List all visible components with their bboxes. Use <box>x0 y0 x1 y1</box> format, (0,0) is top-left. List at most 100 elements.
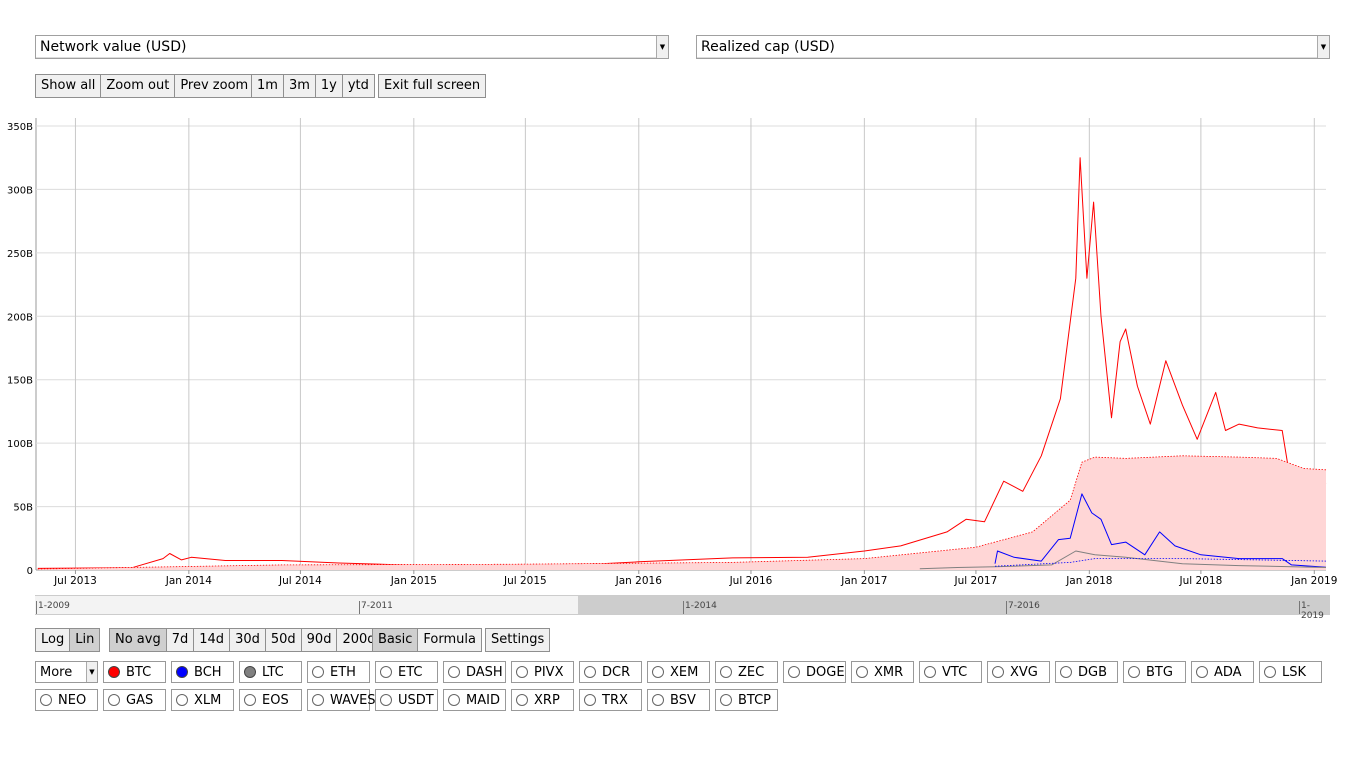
radio-dot-icon[interactable] <box>856 666 868 678</box>
show-all-button[interactable]: Show all <box>36 75 102 97</box>
radio-dot-icon[interactable] <box>652 694 664 706</box>
radio-dot-icon[interactable] <box>1060 666 1072 678</box>
radio-dot-icon[interactable] <box>380 666 392 678</box>
coin-toggle-eth[interactable]: ETH <box>307 661 370 683</box>
coin-toggle-xmr[interactable]: XMR <box>851 661 914 683</box>
formula-mode-button[interactable]: Formula <box>418 629 481 651</box>
avg-14d-button[interactable]: 14d <box>194 629 231 651</box>
avg-50d-button[interactable]: 50d <box>266 629 302 651</box>
zoom-out-button[interactable]: Zoom out <box>101 75 176 97</box>
prev-zoom-button[interactable]: Prev zoom <box>175 75 253 97</box>
coin-label: BCH <box>194 665 222 680</box>
coin-toggle-gas[interactable]: GAS <box>103 689 166 711</box>
x-tick-label: Jul 2017 <box>954 575 998 587</box>
radio-dot-icon[interactable] <box>584 694 596 706</box>
coin-toggle-dcr[interactable]: DCR <box>579 661 642 683</box>
radio-dot-icon[interactable] <box>108 694 120 706</box>
coin-toggle-xrp[interactable]: XRP <box>511 689 574 711</box>
coin-label: PIVX <box>534 665 564 680</box>
radio-dot-icon[interactable] <box>516 694 528 706</box>
range-1y-button[interactable]: 1y <box>316 75 343 97</box>
radio-dot-icon[interactable] <box>584 666 596 678</box>
radio-dot-icon[interactable] <box>176 666 188 678</box>
coin-toggle-btg[interactable]: BTG <box>1123 661 1186 683</box>
right-metric-select[interactable]: Realized cap (USD) ▼ <box>696 35 1330 59</box>
exit-fullscreen-button[interactable]: Exit full screen <box>379 75 485 97</box>
coin-toggle-neo[interactable]: NEO <box>35 689 98 711</box>
y-tick-label: 350B <box>7 122 33 133</box>
settings-button[interactable]: Settings <box>486 629 549 651</box>
chevron-down-icon[interactable]: ▼ <box>1317 36 1329 58</box>
chevron-down-icon[interactable]: ▼ <box>86 662 97 682</box>
lin-scale-button[interactable]: Lin <box>70 629 100 651</box>
radio-dot-icon[interactable] <box>108 666 120 678</box>
x-tick-label: Jan 2017 <box>840 575 887 587</box>
coin-toggle-eos[interactable]: EOS <box>239 689 302 711</box>
more-coins-select[interactable]: More ▼ <box>35 661 98 683</box>
coin-label: DASH <box>466 665 503 680</box>
coin-label: EOS <box>262 693 289 708</box>
radio-dot-icon[interactable] <box>448 666 460 678</box>
range-navigator[interactable]: 1-2009 7-2011 1-2014 7-2016 1-2019 <box>35 595 1330 621</box>
radio-dot-icon[interactable] <box>448 694 460 706</box>
left-metric-select[interactable]: Network value (USD) ▼ <box>35 35 669 59</box>
coin-label: XLM <box>194 693 222 708</box>
coin-toggle-ada[interactable]: ADA <box>1191 661 1254 683</box>
coin-label: DGB <box>1078 665 1108 680</box>
basic-mode-button[interactable]: Basic <box>373 629 419 651</box>
avg-30d-button[interactable]: 30d <box>230 629 266 651</box>
radio-dot-icon[interactable] <box>1128 666 1140 678</box>
range-3m-button[interactable]: 3m <box>284 75 316 97</box>
radio-dot-icon[interactable] <box>992 666 1004 678</box>
coin-toggle-xlm[interactable]: XLM <box>171 689 234 711</box>
radio-dot-icon[interactable] <box>924 666 936 678</box>
coin-toggle-btcp[interactable]: BTCP <box>715 689 778 711</box>
radio-dot-icon[interactable] <box>1264 666 1276 678</box>
coin-toggle-doge[interactable]: DOGE <box>783 661 846 683</box>
network-value-chart[interactable]: 0 50B 100B 150B 200B 250B 300B 350B Jul 2013 Jan … <box>0 110 1366 590</box>
coin-label: ADA <box>1214 665 1242 680</box>
coin-toggle-etc[interactable]: ETC <box>375 661 438 683</box>
range-ytd-button[interactable]: ytd <box>343 75 374 97</box>
radio-dot-icon[interactable] <box>176 694 188 706</box>
radio-dot-icon[interactable] <box>312 666 324 678</box>
radio-dot-icon[interactable] <box>720 666 732 678</box>
radio-dot-icon[interactable] <box>788 666 800 678</box>
coin-toggle-lsk[interactable]: LSK <box>1259 661 1322 683</box>
coin-toggle-trx[interactable]: TRX <box>579 689 642 711</box>
coin-toggle-xvg[interactable]: XVG <box>987 661 1050 683</box>
coin-toggle-pivx[interactable]: PIVX <box>511 661 574 683</box>
right-metric-value: Realized cap (USD) <box>701 39 835 55</box>
coin-toggle-usdt[interactable]: USDT <box>375 689 438 711</box>
avg-7d-button[interactable]: 7d <box>167 629 195 651</box>
radio-dot-icon[interactable] <box>244 666 256 678</box>
coin-toggle-maid[interactable]: MAID <box>443 689 506 711</box>
coin-toggle-bsv[interactable]: BSV <box>647 689 710 711</box>
coin-toggle-zec[interactable]: ZEC <box>715 661 778 683</box>
coin-toggle-waves[interactable]: WAVES <box>307 689 376 711</box>
radio-dot-icon[interactable] <box>244 694 256 706</box>
coin-label: BTCP <box>738 693 772 708</box>
coin-toggle-xem[interactable]: XEM <box>647 661 710 683</box>
coin-toggle-vtc[interactable]: VTC <box>919 661 982 683</box>
coin-toggle-dgb[interactable]: DGB <box>1055 661 1118 683</box>
radio-dot-icon[interactable] <box>652 666 664 678</box>
chevron-down-icon[interactable]: ▼ <box>656 36 668 58</box>
no-avg-button[interactable]: No avg <box>110 629 167 651</box>
y-tick-label: 300B <box>7 185 33 196</box>
coin-toggle-btc[interactable]: BTC <box>103 661 166 683</box>
radio-dot-icon[interactable] <box>312 694 324 706</box>
radio-dot-icon[interactable] <box>40 694 52 706</box>
y-tick-label: 50B <box>13 503 33 514</box>
log-scale-button[interactable]: Log <box>36 629 71 651</box>
radio-dot-icon[interactable] <box>380 694 392 706</box>
avg-90d-button[interactable]: 90d <box>302 629 338 651</box>
coin-toggle-ltc[interactable]: LTC <box>239 661 302 683</box>
radio-dot-icon[interactable] <box>1196 666 1208 678</box>
radio-dot-icon[interactable] <box>516 666 528 678</box>
radio-dot-icon[interactable] <box>720 694 732 706</box>
coin-label: TRX <box>602 693 628 708</box>
coin-toggle-bch[interactable]: BCH <box>171 661 234 683</box>
range-1m-button[interactable]: 1m <box>252 75 284 97</box>
coin-toggle-dash[interactable]: DASH <box>443 661 506 683</box>
